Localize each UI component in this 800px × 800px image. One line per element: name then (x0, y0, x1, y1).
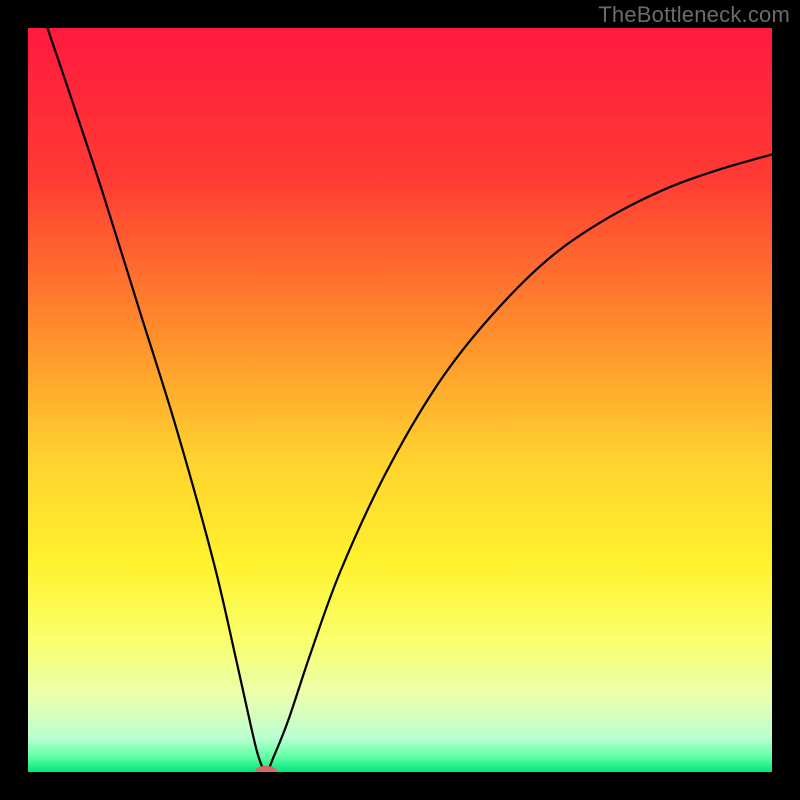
watermark-text: TheBottleneck.com (598, 2, 790, 28)
chart-frame: TheBottleneck.com (0, 0, 800, 800)
curve-layer (28, 28, 772, 772)
optimum-marker (255, 766, 277, 772)
bottleneck-curve (28, 28, 772, 772)
plot-area (28, 28, 772, 772)
